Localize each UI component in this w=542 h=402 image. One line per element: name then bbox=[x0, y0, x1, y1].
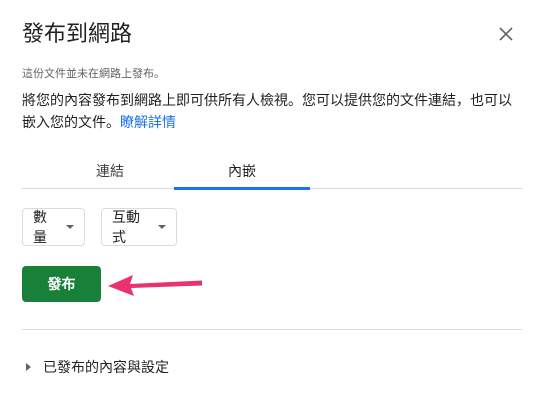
dialog-description: 將您的內容發布到網路上即可供所有人檢視。您可以提供您的文件連結，也可以嵌入您的文… bbox=[22, 90, 522, 134]
publish-status-note: 這份文件並未在網路上發布。 bbox=[22, 67, 165, 80]
pointer-arrow-icon bbox=[108, 275, 202, 296]
publish-to-web-dialog: 發布到網路 這份文件並未在網路上發布。 將您的內容發布到網路上即可供所有人檢視。… bbox=[0, 0, 542, 402]
published-settings-expander[interactable]: 已發布的內容與設定 bbox=[26, 356, 169, 378]
publish-button[interactable]: 發布 bbox=[22, 266, 101, 302]
chevron-down-icon bbox=[158, 225, 166, 229]
description-text: 將您的內容發布到網路上即可供所有人檢視。您可以提供您的文件連結，也可以嵌入您的文… bbox=[22, 93, 512, 131]
mode-dropdown-value: 互動式 bbox=[112, 210, 140, 246]
published-settings-label: 已發布的內容與設定 bbox=[43, 360, 169, 376]
size-dropdown-value: 數量 bbox=[33, 210, 47, 246]
mode-dropdown[interactable]: 互動式 bbox=[101, 208, 177, 246]
tab-embed[interactable]: 內嵌 bbox=[174, 158, 310, 188]
dialog-title: 發布到網路 bbox=[22, 22, 133, 47]
size-dropdown[interactable]: 數量 bbox=[22, 208, 85, 246]
chevron-down-icon bbox=[66, 225, 74, 229]
tab-bar: 連結 內嵌 bbox=[22, 158, 522, 190]
learn-more-link[interactable]: 瞭解詳情 bbox=[120, 115, 176, 131]
tab-selected-indicator bbox=[174, 187, 310, 190]
tab-link[interactable]: 連結 bbox=[42, 158, 178, 188]
close-icon[interactable] bbox=[496, 24, 516, 44]
expand-triangle-icon bbox=[26, 363, 31, 371]
section-divider bbox=[22, 329, 522, 330]
